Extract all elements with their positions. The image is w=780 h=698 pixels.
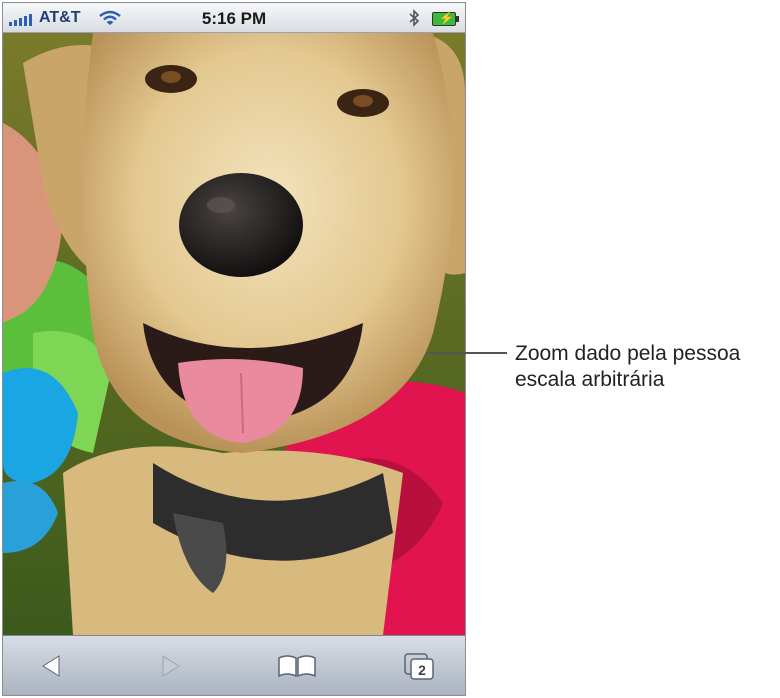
pages-icon[interactable]: 2 <box>401 652 441 680</box>
status-bar: AT&T 5:16 PM ⚡ <box>3 3 465 33</box>
callout-line-1: Zoom dado pela pessoa <box>515 342 741 365</box>
callout-annotation: Zoom dado pela pessoa escala arbitrária <box>515 341 740 393</box>
screen: AT&T 5:16 PM ⚡ 2 Zoom dado pela pessoa e… <box>0 0 780 698</box>
bottom-toolbar: 2 <box>3 635 465 695</box>
pages-count: 2 <box>418 662 426 678</box>
phone-screen: AT&T 5:16 PM ⚡ 2 <box>2 2 466 696</box>
bookmarks-book-icon[interactable] <box>275 652 319 680</box>
callout-leader-line <box>427 352 507 354</box>
status-time: 5:16 PM <box>201 9 267 28</box>
bluetooth-icon <box>408 9 420 32</box>
zoomed-dog-photo[interactable] <box>3 33 465 635</box>
back-arrow-icon[interactable] <box>33 652 69 680</box>
callout-line-2: escala arbitrária <box>515 368 665 391</box>
forward-arrow-icon[interactable] <box>153 652 189 680</box>
battery-charging-icon: ⚡ <box>432 11 459 26</box>
